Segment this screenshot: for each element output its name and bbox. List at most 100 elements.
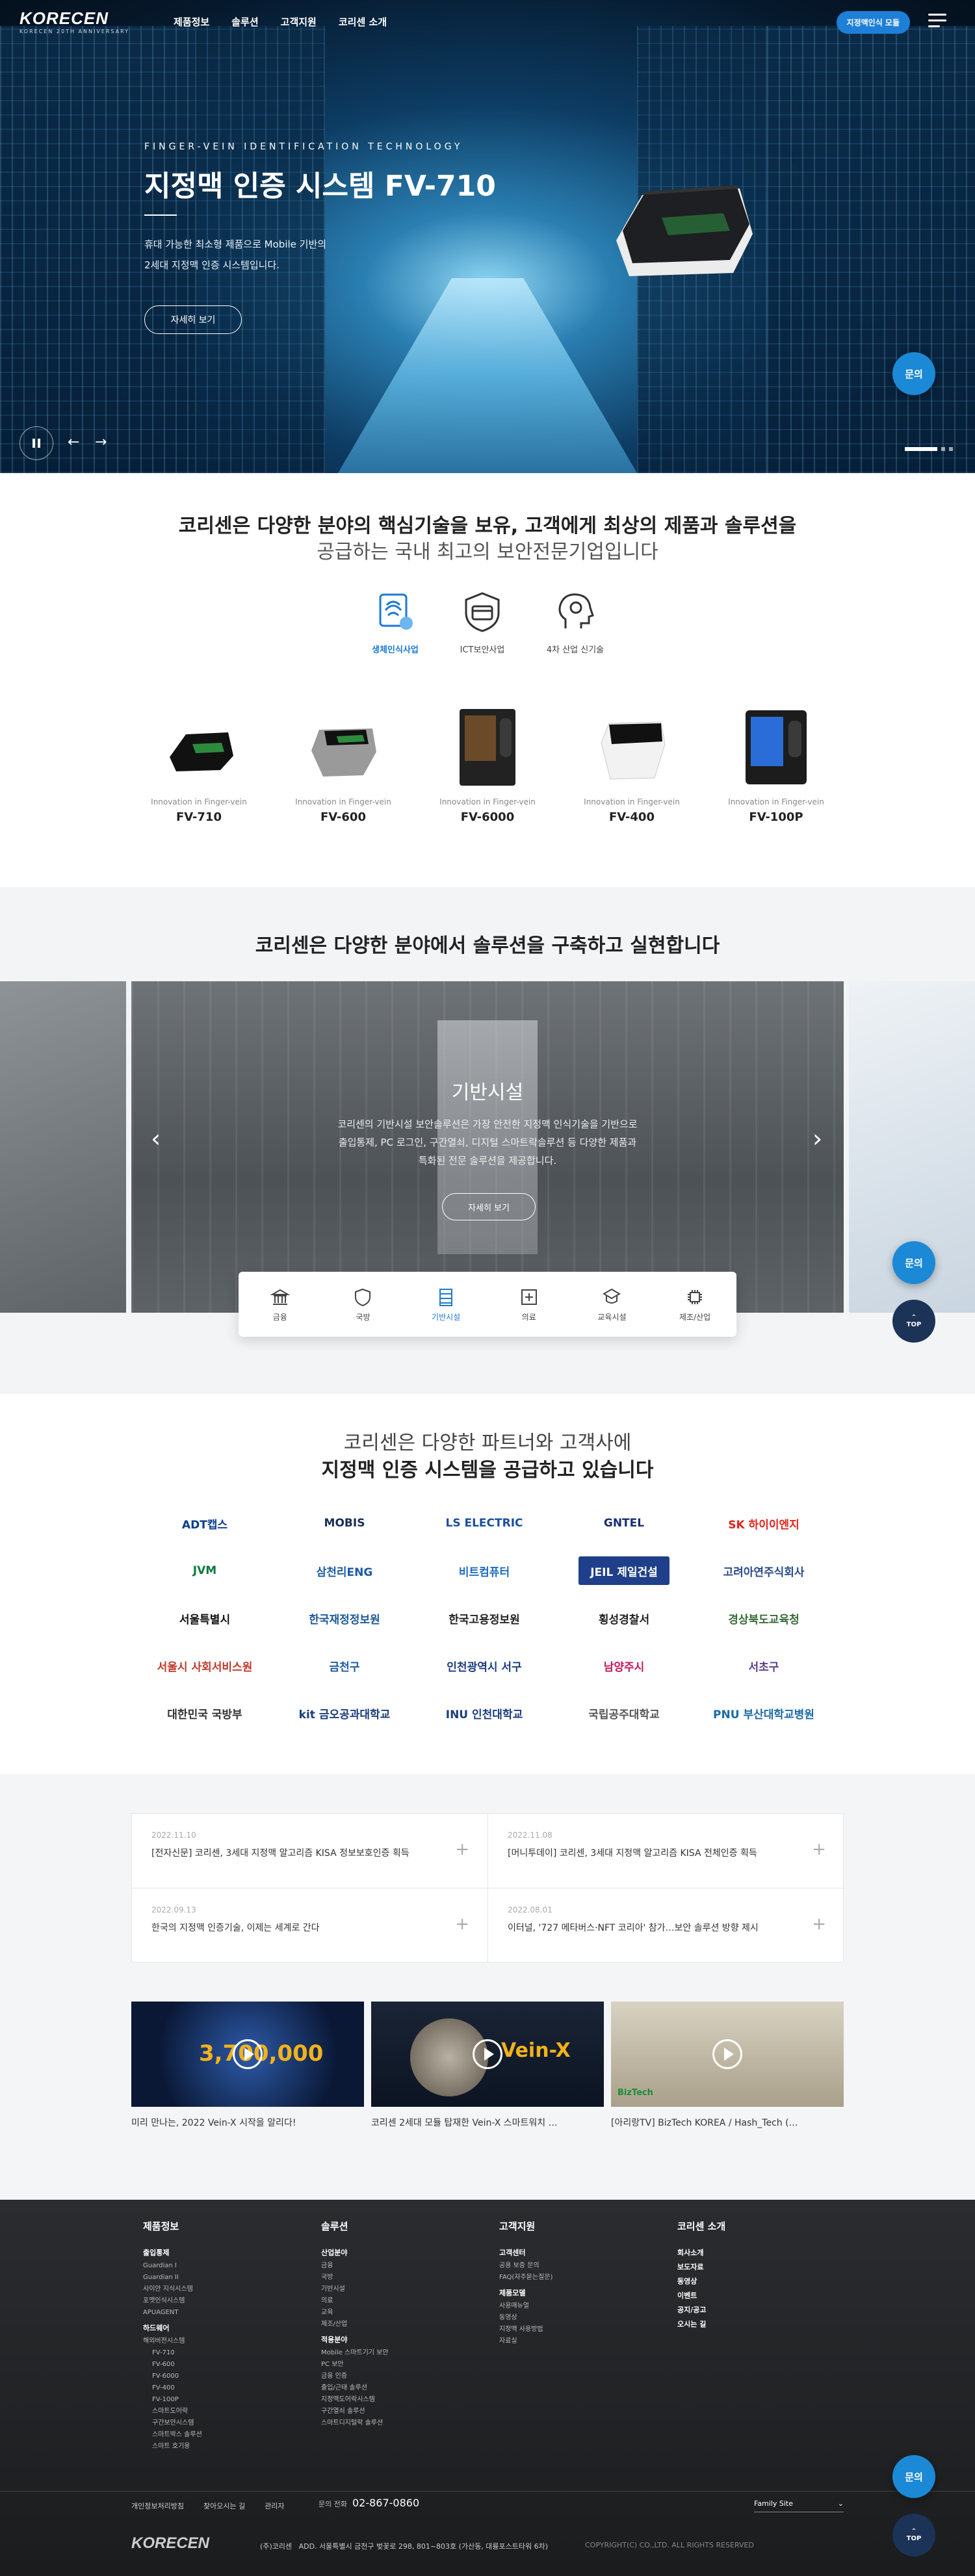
footer-group-title[interactable]: 공지/공고 [677, 2304, 725, 2315]
inquiry-float-button[interactable]: 문의 [892, 1241, 935, 1284]
inquiry-float-button[interactable]: 문의 [892, 352, 935, 395]
vein-module-button[interactable]: 지정맥인식 모듈 [836, 11, 910, 34]
slider-dot[interactable] [949, 447, 953, 451]
footer-link[interactable]: 국방 [321, 2272, 389, 2284]
footer-link[interactable]: 의료 [321, 2295, 389, 2307]
footer-link[interactable]: Mobile 스마트기기 보안 [321, 2347, 389, 2359]
footer-link[interactable]: 공용 보증 문의 [499, 2260, 552, 2272]
slider-next-arrow-icon[interactable]: → [95, 434, 107, 450]
footer-link[interactable]: 포맷인식시스템 [143, 2295, 202, 2307]
video-card[interactable]: 3,700,000 미리 만나는, 2022 Vein-X 시작을 알리다! [131, 2002, 364, 2129]
footer-link[interactable]: 기반시설 [321, 2284, 389, 2295]
inquiry-float-button[interactable]: 문의 [892, 2455, 935, 2498]
directions-link[interactable]: 찾아오시는 길 [203, 2501, 245, 2511]
footer-link[interactable]: 사용매뉴얼 [499, 2300, 552, 2312]
business-item-4th-industry[interactable]: 4차 산업 신기술 [540, 588, 611, 655]
footer-link[interactable]: 금융 [321, 2260, 389, 2272]
hamburger-menu-icon[interactable] [928, 14, 946, 28]
footer-group-title[interactable]: 보도자료 [677, 2261, 725, 2272]
scroll-top-button[interactable]: ⌃ TOP [892, 1300, 935, 1343]
slider-pause-button[interactable] [20, 426, 53, 460]
slide-more-button[interactable]: 자세히 보기 [442, 1193, 536, 1220]
product-card-fv6000[interactable]: Innovation in Finger-vein FV-6000 [436, 705, 540, 824]
footer-link[interactable]: 제조/산업 [321, 2319, 389, 2330]
hero-more-button[interactable]: 자세히 보기 [144, 305, 242, 334]
tab-defense[interactable]: 국방 [333, 1287, 392, 1322]
partner-logo: 대한민국 국방부 [167, 1708, 242, 1721]
footer-link[interactable]: 지정맥 사용방법 [499, 2324, 552, 2336]
slide-next-arrow-icon[interactable]: › [812, 1124, 822, 1153]
footer-link[interactable]: FAQ(자주묻는질문) [499, 2272, 552, 2284]
news-item[interactable]: 2022.08.01 이터널, '727 메타버스·NFT 코리아' 참가…보안… [488, 1888, 844, 1963]
product-card-fv100p[interactable]: Innovation in Finger-vein FV-100P [724, 705, 828, 824]
nav-item-products[interactable]: 제품정보 [174, 15, 209, 29]
footer-link[interactable]: 구간열쇠 솔루션 [321, 2406, 389, 2417]
footer-group-title[interactable]: 적용분야 [321, 2334, 389, 2345]
product-card-fv710[interactable]: Innovation in Finger-vein FV-710 [147, 705, 251, 824]
footer-sub-link[interactable]: FV-6000 [143, 2371, 202, 2382]
footer-group-title[interactable]: 회사소개 [677, 2247, 725, 2258]
footer-group-title[interactable]: 이벤트 [677, 2290, 725, 2300]
footer-group-title[interactable]: 동영상 [677, 2276, 725, 2286]
footer-sub-link[interactable]: FV-710 [143, 2347, 202, 2359]
business-item-biometric[interactable]: 생체인식사업 [359, 588, 431, 655]
footer-sub-link[interactable]: 스마트박스 솔루션 [143, 2429, 202, 2441]
video-card[interactable]: BizTech [아리랑TV] BizTech KOREA / Hash_Tec… [611, 2002, 844, 2129]
play-icon [473, 2039, 502, 2069]
footer-group-title[interactable]: 제품모델 [499, 2287, 552, 2298]
footer-link[interactable]: 동영상 [499, 2312, 552, 2324]
footer-link[interactable]: Guardian I [143, 2260, 202, 2272]
business-item-ict[interactable]: ICT보안사업 [447, 588, 518, 655]
family-site-select[interactable]: Family Site ⌄ [754, 2495, 844, 2512]
footer-link[interactable]: 지정맥도어락시스템 [321, 2394, 389, 2406]
news-title: 이터널, '727 메타버스·NFT 코리아' 참가…보안 솔루션 방향 제시 [508, 1923, 759, 1933]
product-card-fv400[interactable]: Innovation in Finger-vein FV-400 [580, 705, 684, 824]
footer-group-title[interactable]: 오시는 길 [677, 2319, 725, 2329]
footer-group-title[interactable]: 출입통제 [143, 2247, 202, 2258]
nav-item-support[interactable]: 고객지원 [281, 15, 317, 29]
partner-logo: 고려아연주식회사 [723, 1565, 805, 1579]
footer-group-title[interactable]: 산업분야 [321, 2247, 389, 2258]
logo[interactable]: KORECEN KORECEN 20TH ANNIVERSARY [20, 8, 129, 34]
slider-prev-arrow-icon[interactable]: ← [68, 434, 79, 450]
tab-infrastructure[interactable]: 기반시설 [417, 1287, 475, 1322]
footer-sub-link[interactable]: 스마트도어락 [143, 2406, 202, 2417]
tab-medical[interactable]: 의료 [500, 1287, 558, 1322]
news-item[interactable]: 2022.11.08 [머니투데이] 코리센, 3세대 지정맥 알고리즘 KIS… [488, 1814, 844, 1888]
phone-number[interactable]: 02-867-0860 [352, 2497, 419, 2509]
footer-link[interactable]: 사이안 지식시스템 [143, 2284, 202, 2295]
tab-manufacturing[interactable]: 제조/산업 [666, 1287, 724, 1322]
footer-sub-link[interactable]: FV-100P [143, 2394, 202, 2406]
admin-link[interactable]: 관리자 [265, 2501, 284, 2511]
footer-group-title[interactable]: 하드웨어 [143, 2323, 202, 2333]
privacy-policy-link[interactable]: 개인정보처리방침 [131, 2501, 184, 2511]
tab-label: 의료 [521, 1312, 536, 1322]
news-item[interactable]: 2022.09.13 한국의 지정맥 인증기술, 이제는 세계로 간다 + [132, 1888, 488, 1963]
footer-link[interactable]: 금융 인증 [321, 2371, 389, 2382]
footer-link[interactable]: 교육 [321, 2307, 389, 2319]
footer-sub-link[interactable]: FV-600 [143, 2359, 202, 2371]
video-card[interactable]: Vein-X 코리센 2세대 모듈 탑재한 Vein-X 스마트워치 … [371, 2002, 604, 2129]
product-card-fv600[interactable]: Innovation in Finger-vein FV-600 [291, 705, 395, 824]
scroll-top-button[interactable]: ⌃ TOP [892, 2514, 935, 2557]
slide-prev-arrow-icon[interactable]: ‹ [151, 1124, 161, 1153]
tab-education[interactable]: 교육시설 [582, 1287, 641, 1322]
slider-dot[interactable] [941, 447, 945, 451]
footer-group-title[interactable]: 고객센터 [499, 2247, 552, 2258]
footer-sub-link[interactable]: 스마트 호기용 [143, 2441, 202, 2453]
footer-link[interactable]: 출입/근태 솔루션 [321, 2382, 389, 2394]
nav-item-about[interactable]: 코리센 소개 [339, 15, 387, 29]
tab-finance[interactable]: 금융 [251, 1287, 309, 1322]
slider-dot-active[interactable] [905, 447, 937, 451]
footer-link[interactable]: APUAGENT [143, 2307, 202, 2319]
footer-link[interactable]: Guardian II [143, 2272, 202, 2284]
footer-sub-link[interactable]: 구간보안시스템 [143, 2417, 202, 2429]
video-caption: 미리 만나는, 2022 Vein-X 시작을 알리다! [131, 2118, 296, 2128]
nav-item-solutions[interactable]: 솔루션 [231, 15, 258, 29]
footer-link[interactable]: 스마트디지털락 솔루션 [321, 2417, 389, 2429]
footer-sub-link[interactable]: FV-400 [143, 2382, 202, 2394]
news-item[interactable]: 2022.11.10 [전자신문] 코리센, 3세대 지정맥 알고리즘 KISA… [132, 1814, 488, 1888]
footer-link[interactable]: 해외버전시스템 [143, 2336, 202, 2347]
footer-link[interactable]: 자료실 [499, 2336, 552, 2347]
footer-link[interactable]: PC 보안 [321, 2359, 389, 2371]
